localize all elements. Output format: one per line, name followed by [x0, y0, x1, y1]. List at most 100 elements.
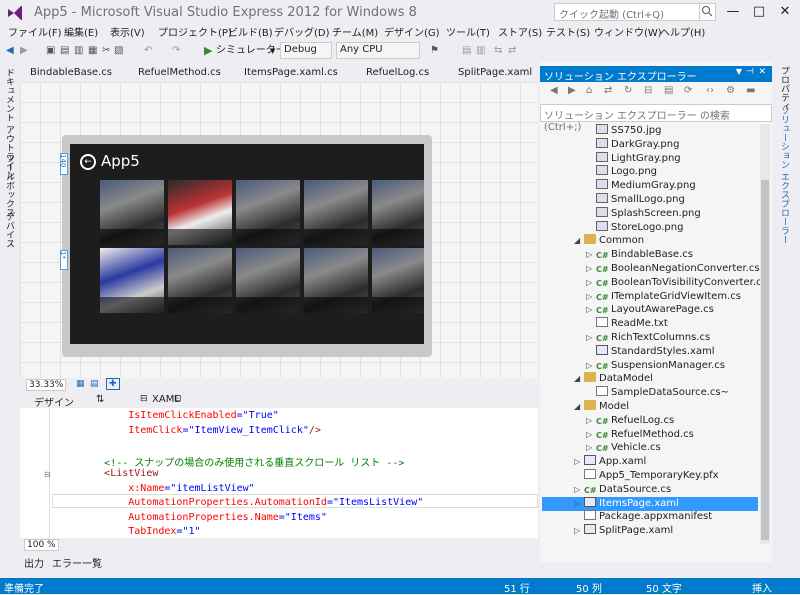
zoom-select[interactable]: 33.33% — [26, 379, 67, 391]
tree-item[interactable]: LightGray.png — [542, 151, 758, 166]
expand-arrow-icon[interactable]: ▷ — [586, 290, 596, 304]
row-ruler-top[interactable]: 140 — [59, 153, 68, 175]
minimize-button[interactable]: — — [722, 3, 744, 21]
grid-item-tile[interactable] — [236, 180, 300, 245]
expand-arrow-icon[interactable]: ◢ — [574, 234, 584, 248]
grid-item-tile[interactable] — [236, 248, 300, 313]
comment-icon[interactable]: ▤ — [462, 43, 471, 59]
tree-item[interactable]: MediumGray.png — [542, 179, 758, 193]
tree-item[interactable]: ◢ Common — [542, 234, 758, 248]
open-icon[interactable]: ▤ — [60, 43, 69, 59]
tab-itemspage-cs[interactable]: ItemsPage.xaml.cs — [244, 67, 338, 78]
dropdown-icon[interactable]: ▼ — [736, 67, 742, 76]
back-arrow-icon[interactable]: ◀ — [6, 43, 14, 59]
properties-tab[interactable]: プロパティ — [778, 66, 791, 111]
expand-arrow-icon[interactable]: ▷ — [574, 524, 584, 538]
tree-item[interactable]: StoreLogo.png — [542, 220, 758, 235]
bookmark-next-icon[interactable]: ⇄ — [508, 43, 516, 59]
toolbox-tab[interactable]: ツールボックス — [3, 154, 16, 217]
tab-splitpage[interactable]: SplitPage.xaml — [458, 67, 532, 78]
pin-icon[interactable]: ⊣ — [746, 67, 754, 77]
expand-arrow-icon[interactable]: ▷ — [586, 428, 596, 442]
expand-arrow-icon[interactable]: ▷ — [586, 331, 596, 345]
preview-icon[interactable]: ▬ — [746, 85, 755, 96]
code-line[interactable]: AutomationProperties.AutomationId="Items… — [56, 497, 423, 508]
tree-item[interactable]: StandardStyles.xaml — [542, 344, 758, 359]
expand-arrow-icon[interactable]: ▷ — [586, 414, 596, 428]
expand-arrow-icon[interactable]: ▷ — [586, 303, 596, 317]
solution-search-input[interactable]: ソリューション エクスプローラー の検索 (Ctrl+;) — [540, 104, 772, 133]
cut-icon[interactable]: ✂ — [102, 43, 110, 59]
code-line[interactable]: IsItemClickEnabled="True" — [56, 410, 279, 421]
error-list-tab[interactable]: エラー一覧 — [52, 555, 102, 570]
chevron-down-icon[interactable]: ▼ — [270, 43, 275, 59]
menu-tools[interactable]: ツール(T) — [446, 24, 490, 39]
grid-item-tile[interactable] — [100, 180, 164, 245]
code-line[interactable]: AutomationProperties.Name="Items" — [56, 512, 327, 523]
grid-item-tile[interactable] — [304, 180, 368, 245]
device-tab[interactable]: デバイス — [3, 212, 16, 248]
expand-arrow-icon[interactable]: ▷ — [574, 455, 584, 469]
start-debug-icon[interactable]: ▶ — [204, 43, 212, 59]
redo-icon[interactable]: ↷ — [172, 43, 180, 59]
uncomment-icon[interactable]: ▥ — [476, 43, 485, 59]
show-all-files-icon[interactable]: ▤ — [664, 85, 673, 96]
configuration-select[interactable]: Debug — [280, 42, 332, 59]
tree-item[interactable]: DarkGray.png — [542, 137, 758, 152]
expand-arrow-icon[interactable]: ◢ — [574, 400, 584, 414]
scrollbar-thumb[interactable] — [761, 180, 769, 540]
paste-icon[interactable]: ▧ — [114, 43, 123, 59]
grid-item-tile[interactable] — [372, 248, 424, 313]
tree-item[interactable]: ▷ C# BooleanToVisibilityConverter.cs — [542, 276, 767, 290]
solution-explorer-tab[interactable]: ソリューション エクスプローラー — [778, 106, 791, 244]
switch-views-icon[interactable]: ⇄ — [604, 85, 612, 96]
collapse-all-icon[interactable]: ⊟ — [644, 85, 652, 96]
expand-arrow-icon[interactable]: ▷ — [586, 276, 596, 290]
menu-help[interactable]: ヘルプ(H) — [660, 24, 705, 39]
pin-icon[interactable]: ⚑ — [430, 43, 439, 59]
menu-edit[interactable]: 編集(E) — [64, 24, 98, 39]
menu-window[interactable]: ウィンドウ(W) — [594, 24, 662, 39]
menu-store[interactable]: ストア(S) — [498, 24, 542, 39]
view-code-icon[interactable]: ‹› — [706, 85, 714, 96]
save-icon[interactable]: ▥ — [74, 43, 83, 59]
tree-item[interactable]: ReadMe.txt — [542, 317, 758, 331]
home-icon[interactable]: ⌂ — [586, 85, 592, 96]
collapse-region-icon[interactable]: ⊟ — [44, 470, 51, 479]
code-line[interactable]: ItemClick="ItemView_ItemClick"/> — [56, 425, 321, 436]
back-icon[interactable]: ◀ — [550, 85, 558, 96]
tree-item[interactable]: ◢ Model — [542, 400, 758, 414]
collapse-pane-icon[interactable]: ⊡ — [174, 394, 182, 404]
code-line[interactable]: TabIndex="1" — [56, 526, 200, 537]
tree-item[interactable]: ▷ C# SuspensionManager.cs — [542, 359, 758, 373]
tree-item[interactable]: ▷ ItemsPage.xaml — [542, 496, 758, 511]
tree-item[interactable]: ▷ C# ITemplateGridViewItem.cs — [542, 290, 758, 304]
maximize-button[interactable]: □ — [748, 3, 770, 21]
tree-item[interactable]: ▷ C# RichTextColumns.cs — [542, 331, 758, 345]
tree-item[interactable]: ▷ C# Vehicle.cs — [542, 441, 758, 455]
expand-arrow-icon[interactable]: ▷ — [586, 359, 596, 373]
tree-item[interactable]: ▷ C# BooleanNegationConverter.cs — [542, 262, 760, 276]
code-line[interactable]: <!-- スナップの場合のみ使用される垂直スクロール リスト --> — [56, 454, 404, 469]
tree-item[interactable]: Package.appxmanifest — [542, 510, 758, 524]
code-zoom-select[interactable]: 100 % — [24, 539, 59, 551]
platform-select[interactable]: Any CPU — [336, 42, 420, 59]
tree-item[interactable]: ▷ C# RefuelLog.cs — [542, 414, 758, 428]
grid-toggle-icon[interactable]: ▦ — [76, 379, 85, 389]
tree-item[interactable]: SampleDataSource.cs~ — [542, 386, 758, 400]
properties-icon[interactable]: ⚙ — [726, 85, 735, 96]
forward-icon[interactable]: ▶ — [568, 85, 576, 96]
grid-item-tile[interactable] — [168, 180, 232, 245]
tree-item[interactable]: App5_TemporaryKey.pfx — [542, 469, 758, 483]
menu-test[interactable]: テスト(S) — [546, 24, 590, 39]
grid-item-tile[interactable] — [304, 248, 368, 313]
tree-item[interactable]: ▷ C# BindableBase.cs — [542, 248, 758, 262]
tree-item[interactable]: SmallLogo.png — [542, 193, 758, 207]
menu-team[interactable]: チーム(M) — [332, 24, 378, 39]
row-ruler-mid[interactable]: 1* — [59, 250, 68, 270]
tree-item[interactable]: SplashScreen.png — [542, 206, 758, 221]
expand-arrow-icon[interactable]: ▷ — [586, 262, 596, 276]
snap-toggle-icon[interactable]: ▤ — [90, 379, 99, 389]
expand-arrow-icon[interactable]: ▷ — [574, 497, 584, 511]
code-line[interactable]: <ListView — [56, 468, 158, 479]
